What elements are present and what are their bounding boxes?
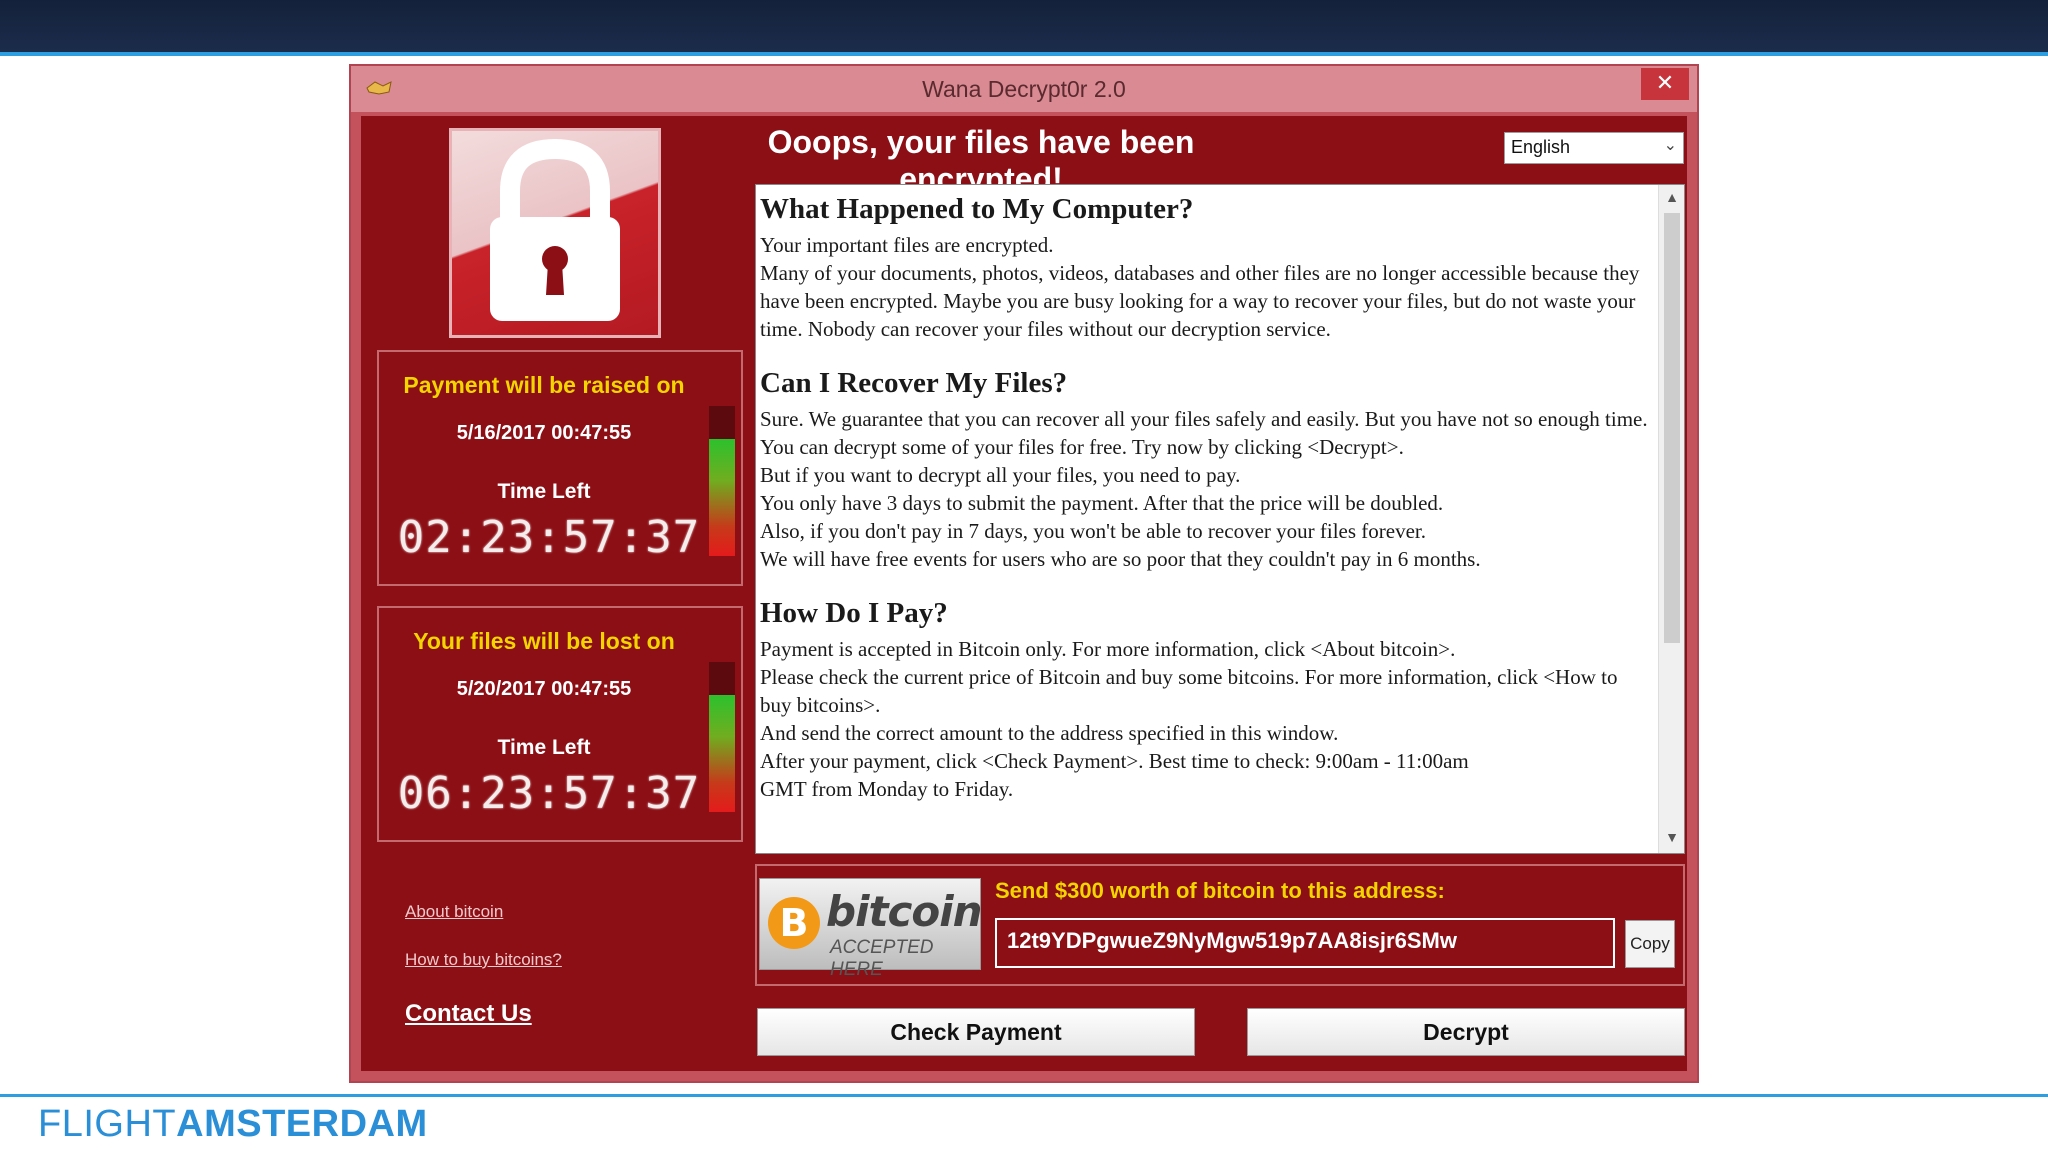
- section-recover: Can I Recover My Files? Sure. We guarant…: [760, 365, 1650, 573]
- send-instruction: Send $300 worth of bitcoin to this addre…: [995, 878, 1445, 903]
- brand-logo: FLIGHTAMSTERDAM: [38, 1098, 428, 1150]
- bitcoin-address-field[interactable]: 12t9YDPgwueZ9NyMgw519p7AA8isjr6SMw: [995, 918, 1615, 968]
- paragraph: You can decrypt some of your files for f…: [760, 435, 1404, 459]
- paragraph: After your payment, click <Check Payment…: [760, 749, 1469, 773]
- time-left-label: Time Left: [497, 736, 591, 759]
- time-meter: [709, 406, 735, 556]
- paragraph: We will have free events for users who a…: [760, 547, 1481, 571]
- section-what-happened: What Happened to My Computer? Your impor…: [760, 191, 1650, 343]
- time-left-label: Time Left: [497, 480, 591, 503]
- files-lost-panel: Your files will be lost on 5/20/2017 00:…: [377, 606, 743, 842]
- chevron-down-icon: ⌄: [1663, 137, 1677, 154]
- paragraph: Please check the current price of Bitcoi…: [760, 665, 1618, 717]
- deadline-date: 5/20/2017 00:47:55: [456, 678, 632, 700]
- close-button[interactable]: ✕: [1641, 68, 1689, 100]
- scroll-down-icon[interactable]: ▼: [1659, 827, 1684, 851]
- how-to-buy-link[interactable]: How to buy bitcoins?: [405, 950, 562, 970]
- panel-heading: Payment will be raised on: [403, 372, 685, 398]
- window-title: Wana Decrypt0r 2.0: [922, 76, 1126, 102]
- section-title: What Happened to My Computer?: [760, 193, 1194, 225]
- section-title: How Do I Pay?: [760, 597, 948, 629]
- title-bar[interactable]: Wana Decrypt0r 2.0 ✕: [351, 66, 1697, 112]
- paragraph: Your important files are encrypted.: [760, 233, 1054, 257]
- copy-button[interactable]: Copy: [1625, 920, 1675, 968]
- footer-line: [0, 1094, 2048, 1097]
- bitcoin-logo: B bitcoin ACCEPTED HERE: [759, 878, 983, 980]
- paragraph: And send the correct amount to the addre…: [760, 721, 1339, 745]
- check-payment-button[interactable]: Check Payment: [757, 1008, 1195, 1056]
- scrollbar[interactable]: ▲ ▼: [1658, 185, 1684, 853]
- decrypt-button[interactable]: Decrypt: [1247, 1008, 1685, 1056]
- bitcoin-icon: B: [768, 897, 820, 949]
- time-meter-fill: [709, 439, 735, 556]
- ransom-message[interactable]: What Happened to My Computer? Your impor…: [755, 184, 1685, 854]
- wana-decryptor-window: Wana Decrypt0r 2.0 ✕ Payment will be rai…: [349, 64, 1699, 1083]
- payment-raise-panel: Payment will be raised on 5/16/2017 00:4…: [377, 350, 743, 586]
- countdown-timer: 02:23:57:37: [397, 512, 701, 563]
- brand-part-2: AMSTERDAM: [176, 1103, 428, 1145]
- section-how-pay: How Do I Pay? Payment is accepted in Bit…: [760, 595, 1650, 803]
- window-body: Payment will be raised on 5/16/2017 00:4…: [361, 116, 1687, 1071]
- paragraph: Many of your documents, photos, videos, …: [760, 261, 1640, 341]
- time-meter: [709, 662, 735, 812]
- section-title: Can I Recover My Files?: [760, 367, 1068, 399]
- scroll-up-icon[interactable]: ▲: [1659, 187, 1684, 211]
- about-bitcoin-link[interactable]: About bitcoin: [405, 902, 503, 922]
- language-select[interactable]: English ⌄: [1504, 132, 1684, 164]
- paragraph: Payment is accepted in Bitcoin only. For…: [760, 637, 1456, 661]
- top-banner: [0, 0, 2048, 56]
- brand-part-1: FLIGHT: [38, 1103, 177, 1145]
- paragraph: But if you want to decrypt all your file…: [760, 463, 1241, 487]
- paragraph: Also, if you don't pay in 7 days, you wo…: [760, 519, 1426, 543]
- paragraph: You only have 3 days to submit the payme…: [760, 491, 1444, 515]
- padlock-icon: [449, 128, 661, 338]
- bitcoin-logo-word: bitcoin: [826, 887, 983, 936]
- countdown-timer: 06:23:57:37: [397, 768, 701, 819]
- paragraph: Sure. We guarantee that you can recover …: [760, 407, 1648, 431]
- paragraph: GMT from Monday to Friday.: [760, 777, 1014, 801]
- contact-us-link[interactable]: Contact Us: [405, 1000, 532, 1028]
- scroll-thumb[interactable]: [1664, 213, 1680, 643]
- bitcoin-logo-sub: ACCEPTED HERE: [830, 937, 934, 980]
- panel-heading: Your files will be lost on: [413, 628, 675, 654]
- time-meter-fill: [709, 695, 735, 812]
- bitcoin-payment-area: B bitcoin ACCEPTED HERE Send $300 worth …: [755, 864, 1685, 986]
- language-value: English: [1511, 137, 1571, 157]
- message-content: What Happened to My Computer? Your impor…: [760, 191, 1650, 825]
- deadline-date: 5/16/2017 00:47:55: [456, 422, 632, 444]
